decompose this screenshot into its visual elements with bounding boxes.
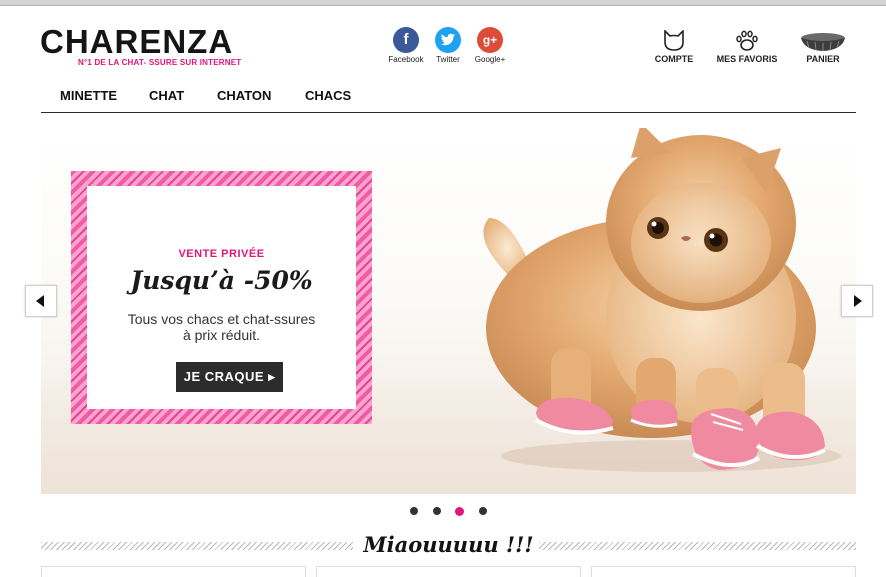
caret-right-icon: ▸ xyxy=(268,369,276,384)
je-craque-button[interactable]: JE CRAQUE ▸ xyxy=(176,362,283,392)
product-card[interactable] xyxy=(591,566,856,577)
twitter-icon xyxy=(435,27,461,53)
carousel-prev-button[interactable] xyxy=(25,285,57,317)
nav-item-chacs[interactable]: CHACS xyxy=(305,88,351,103)
section-title: Miaouuuuu !!! xyxy=(363,532,534,557)
googleplus-label: Google+ xyxy=(474,55,506,64)
carousel-dot-4[interactable] xyxy=(479,507,487,515)
favoris-label: MES FAVORIS xyxy=(716,54,778,64)
je-craque-label: JE CRAQUE xyxy=(183,369,265,384)
panier-link[interactable]: PANIER xyxy=(781,28,865,64)
promo-line-2: à prix réduit. xyxy=(182,327,261,343)
facebook-link[interactable]: f Facebook xyxy=(383,27,429,64)
charenza-logo[interactable]: CHARENZA N°1 DE LA CHAT- SSURE SUR INTER… xyxy=(40,24,250,70)
promo-line-1: Tous vos chacs et chat-ssures xyxy=(127,311,316,327)
promo-card: VENTE PRIVÉE Jusqu’à -50% Tous vos chacs… xyxy=(87,186,356,409)
basket-icon xyxy=(781,28,865,52)
logo-tagline: N°1 DE LA CHAT- SSURE SUR INTERNET xyxy=(78,58,242,67)
facebook-icon: f xyxy=(393,27,419,53)
compte-link[interactable]: COMPTE xyxy=(632,28,716,64)
arrow-right-icon xyxy=(854,295,862,307)
promo-kicker: VENTE PRIVÉE xyxy=(178,248,265,260)
twitter-link[interactable]: Twitter xyxy=(425,27,471,64)
promo-title: Jusqu’à -50% xyxy=(130,266,313,295)
favoris-link[interactable]: MES FAVORIS xyxy=(705,28,789,64)
googleplus-link[interactable]: g+ Google+ xyxy=(467,27,513,64)
pink-shoe-3 xyxy=(691,408,760,470)
twitter-label: Twitter xyxy=(436,55,460,64)
carousel-next-button[interactable] xyxy=(841,285,873,317)
compte-label: COMPTE xyxy=(654,54,694,64)
googleplus-icon: g+ xyxy=(477,27,503,53)
facebook-label: Facebook xyxy=(388,55,424,64)
promo-banner: VENTE PRIVÉE Jusqu’à -50% Tous vos chacs… xyxy=(71,171,372,424)
carousel-dot-3[interactable] xyxy=(455,507,464,516)
panier-label: PANIER xyxy=(806,54,840,64)
section-header: Miaouuuuu !!! xyxy=(41,532,856,558)
carousel-dot-2[interactable] xyxy=(433,507,441,515)
nav-item-chaton[interactable]: CHATON xyxy=(217,88,271,103)
product-cards-row xyxy=(41,563,856,577)
nav-item-chat[interactable]: CHAT xyxy=(149,88,184,103)
carousel-dots xyxy=(405,507,495,517)
main-nav: MINETTE CHAT CHATON CHACS xyxy=(41,78,856,113)
product-card[interactable] xyxy=(316,566,581,577)
carousel-dot-1[interactable] xyxy=(410,507,418,515)
logo-wordmark: CHARENZA xyxy=(40,23,234,60)
nav-item-minette[interactable]: MINETTE xyxy=(60,88,117,103)
product-card[interactable] xyxy=(41,566,306,577)
paw-icon xyxy=(705,28,789,52)
browser-top-edge xyxy=(0,0,886,6)
cat-head-icon xyxy=(632,28,716,52)
pink-shoe-2 xyxy=(630,399,678,428)
promo-description: Tous vos chacs et chat-ssures à prix réd… xyxy=(87,311,356,343)
arrow-left-icon xyxy=(36,295,44,307)
